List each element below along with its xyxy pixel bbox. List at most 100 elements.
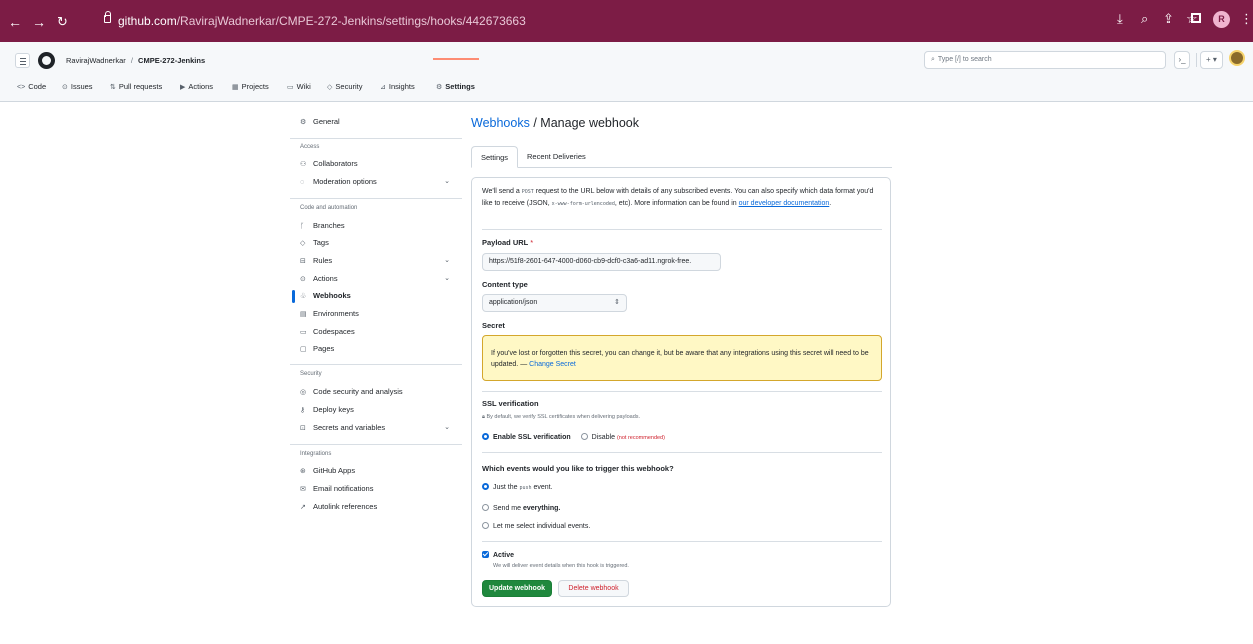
tab-issues[interactable]: ⊙ Issues <box>62 82 93 91</box>
section-divider <box>482 541 882 542</box>
events-just-push-radio[interactable]: Just the push event. <box>482 482 553 494</box>
apps-icon: ⊛ <box>300 468 306 475</box>
content-type-select[interactable]: application/json ⇕ <box>482 294 627 312</box>
content-type-label: Content type <box>482 280 528 289</box>
sidebar-item-environments[interactable]: ▤ Environments <box>290 306 462 322</box>
sidebar-item-webhooks[interactable]: ♧ Webhooks <box>290 288 462 304</box>
tab-insights[interactable]: ⊿ Insights <box>380 82 415 91</box>
comment-discussion-icon: ◌ <box>300 179 305 186</box>
sidebar-heading-integrations: Integrations <box>300 451 332 457</box>
command-palette-icon[interactable]: ›_ <box>1174 51 1190 69</box>
cross-reference-icon: ↗ <box>300 504 306 511</box>
actions-icon: ▶ <box>180 84 186 91</box>
sidebar-item-codespaces[interactable]: ▭ Codespaces <box>290 324 462 340</box>
gear-icon: ⚙ <box>300 119 307 126</box>
forward-icon[interactable]: → <box>32 15 46 29</box>
intro-text: We'll send a POST request to the URL bel… <box>482 188 874 207</box>
sidebar-item-moderation[interactable]: ◌ Moderation options ⌄ <box>290 174 462 190</box>
tab-projects[interactable]: ▦ Projects <box>232 82 269 91</box>
rules-icon: ⊟ <box>300 258 306 265</box>
tab-webhook-settings[interactable]: Settings <box>471 146 518 168</box>
ssl-disable-radio[interactable]: Disable (not recommended) <box>580 433 665 441</box>
delete-webhook-button[interactable]: Delete webhook <box>558 580 629 597</box>
secret-icon: ⊡ <box>300 425 306 432</box>
share-icon[interactable]: ⇪ <box>1163 11 1174 27</box>
header-divider <box>1196 53 1197 67</box>
hamburger-menu-icon[interactable] <box>15 53 30 68</box>
codescan-icon: ◎ <box>300 389 307 396</box>
developer-docs-link[interactable]: our developer documentation <box>739 200 830 207</box>
settings-icon: ⚙ <box>436 84 443 91</box>
sidebar-item-tags[interactable]: ◇ Tags <box>290 235 462 251</box>
reload-icon[interactable]: ↻ <box>57 15 68 29</box>
sidebar-item-rules[interactable]: ⊟ Rules ⌄ <box>290 253 462 269</box>
tab-actions[interactable]: ▶ Actions <box>180 82 213 91</box>
secret-label: Secret <box>482 321 505 330</box>
ssl-verification-label: SSL verification <box>482 399 539 408</box>
key-icon: ⚷ <box>300 407 306 414</box>
payload-url-input[interactable]: https://51f8-2601-647-4000-d060-cb9-dcf0… <box>482 253 721 271</box>
play-icon: ⊙ <box>300 276 306 283</box>
secret-notice: If you've lost or forgotten this secret,… <box>482 335 882 381</box>
owner-link[interactable]: RavirajWadnerkar <box>66 56 126 65</box>
chevron-down-icon: ⌄ <box>444 424 450 431</box>
repo-link[interactable]: CMPE-272-Jenkins <box>138 56 205 65</box>
profile-avatar[interactable]: R <box>1213 11 1230 28</box>
sidebar-item-github-apps[interactable]: ⊛ GitHub Apps <box>290 463 462 479</box>
events-everything-radio[interactable]: Send me everything. <box>482 503 560 514</box>
update-webhook-button[interactable]: Update webhook <box>482 580 552 597</box>
side-panel-icon[interactable] <box>1191 13 1201 23</box>
sidebar-item-deploy-keys[interactable]: ⚷ Deploy keys <box>290 402 462 418</box>
events-individual-radio[interactable]: Let me select individual events. <box>482 521 590 532</box>
tab-recent-deliveries[interactable]: Recent Deliveries <box>527 146 586 168</box>
tab-code[interactable]: <> Code <box>17 82 46 91</box>
tab-wiki[interactable]: ▭ Wiki <box>287 82 311 91</box>
back-icon[interactable]: ← <box>8 15 22 29</box>
sidebar-item-general[interactable]: ⚙ General <box>290 114 462 130</box>
active-checkbox[interactable]: Active <box>482 550 514 561</box>
sidebar-item-branches[interactable]: ᚴ Branches <box>290 218 462 234</box>
sidebar-item-actions[interactable]: ⊙ Actions ⌄ <box>290 271 462 287</box>
events-label: Which events would you like to trigger t… <box>482 464 674 473</box>
change-secret-link[interactable]: Change Secret <box>529 361 576 368</box>
search-input[interactable]: ⌕ Type [/] to search <box>924 51 1166 69</box>
people-icon: ⚇ <box>300 161 307 168</box>
insights-icon: ⊿ <box>380 84 386 91</box>
webhook-form: We'll send a POST request to the URL bel… <box>471 177 891 607</box>
select-arrows-icon: ⇕ <box>614 299 620 306</box>
section-divider <box>482 229 882 230</box>
sidebar-active-indicator <box>292 290 295 303</box>
sidebar-item-secrets[interactable]: ⊡ Secrets and variables ⌄ <box>290 420 462 436</box>
tab-pull-requests[interactable]: ⇅ Pull requests <box>110 82 162 91</box>
install-icon[interactable]: ⤓ <box>1117 11 1123 27</box>
zoom-icon[interactable]: ⌕ <box>1141 11 1148 27</box>
projects-icon: ▦ <box>232 84 239 91</box>
page-title: Webhooks / Manage webhook <box>471 116 639 130</box>
github-logo-icon[interactable] <box>38 52 55 69</box>
chevron-down-icon: ⌄ <box>444 275 450 282</box>
sidebar-heading-code: Code and automation <box>300 205 358 211</box>
sidebar-item-autolink[interactable]: ↗ Autolink references <box>290 499 462 515</box>
sidebar-item-collaborators[interactable]: ⚇ Collaborators <box>290 156 462 172</box>
section-divider <box>482 391 882 392</box>
tab-security[interactable]: ◇ Security <box>327 82 362 91</box>
ssl-enable-radio[interactable]: Enable SSL verification <box>482 433 571 441</box>
sidebar-item-pages[interactable]: ▢ Pages <box>290 341 462 357</box>
sidebar-divider <box>290 138 462 139</box>
mail-icon: ✉ <box>300 486 306 493</box>
search-icon: ⌕ <box>931 56 935 63</box>
sidebar-item-code-security[interactable]: ◎ Code security and analysis <box>290 384 462 400</box>
active-note: We will deliver event details when this … <box>493 563 629 569</box>
server-icon: ▤ <box>300 311 307 318</box>
sidebar-item-email-notifications[interactable]: ✉ Email notifications <box>290 481 462 497</box>
browser-icon: ▢ <box>300 346 307 353</box>
webhooks-breadcrumb-link[interactable]: Webhooks <box>471 116 530 130</box>
tab-settings[interactable]: ⚙ Settings <box>436 82 475 91</box>
tag-icon: ◇ <box>300 240 306 247</box>
menu-kebab-icon[interactable]: ⋮ <box>1240 11 1253 27</box>
create-new-icon[interactable]: + ▾ <box>1200 51 1223 69</box>
address-bar[interactable]: github.com/RavirajWadnerkar/CMPE-272-Jen… <box>118 14 526 28</box>
user-avatar[interactable] <box>1229 50 1245 66</box>
lock-icon[interactable] <box>104 11 111 23</box>
chevron-down-icon: ⌄ <box>444 178 450 185</box>
